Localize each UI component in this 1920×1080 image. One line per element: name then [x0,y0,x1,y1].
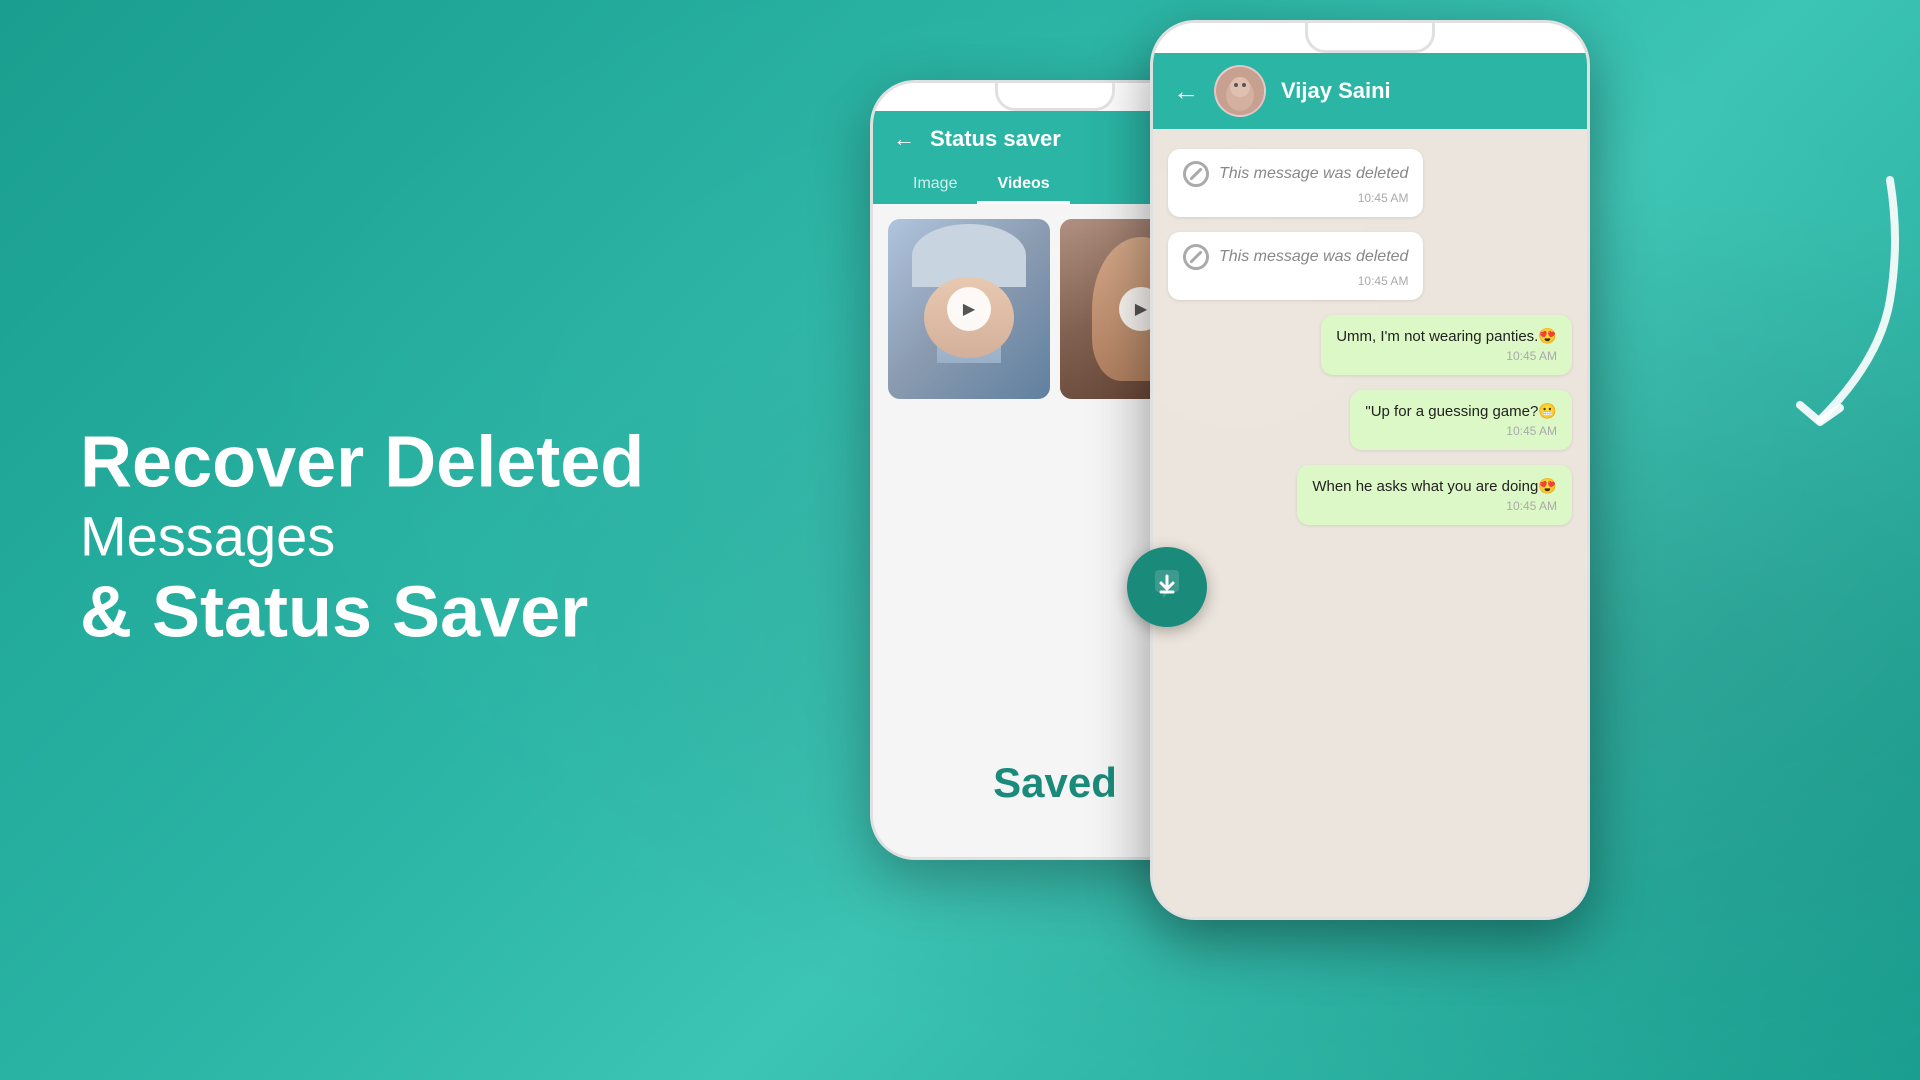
sent-msg-3: When he asks what you are doing😍 10:45 A… [1168,465,1572,525]
deleted-bubble-2: This message was deleted 10:45 AM [1168,232,1423,300]
chat-back-icon[interactable]: ← [1173,76,1199,107]
sent-text-3: When he asks what you are doing😍 [1312,477,1557,495]
deleted-msg-1: This message was deleted 10:45 AM [1168,149,1572,217]
deleted-time-2: 10:45 AM [1183,274,1408,288]
refresh-arrow-decoration [1790,160,1910,440]
saved-text: Saved [993,759,1117,806]
hero-text-section: Recover Deleted Messages & Status Saver [80,424,644,657]
contact-name: Vijay Saini [1281,78,1391,104]
hero-line2: Messages [80,503,644,570]
tab-videos[interactable]: Videos [977,167,1069,204]
no-entry-icon-1 [1183,161,1209,187]
video-thumb-1[interactable]: ▶ [888,219,1050,399]
sent-msg-2: "Up for a guessing game?😬 10:45 AM [1168,390,1572,450]
download-fab[interactable] [1127,547,1207,627]
deleted-bubble-1: This message was deleted 10:45 AM [1168,149,1423,217]
phone-notch [995,83,1115,111]
sent-bubble-1: Umm, I'm not wearing panties.😍 10:45 AM [1321,315,1572,375]
chat-header: ← Vijay Saini [1153,53,1587,129]
sent-time-1: 10:45 AM [1336,349,1557,363]
deleted-msg-2: This message was deleted 10:45 AM [1168,232,1572,300]
sent-time-2: 10:45 AM [1365,424,1557,438]
back-icon[interactable]: ← [893,126,915,152]
tab-image[interactable]: Image [893,167,977,204]
hero-line3: & Status Saver [80,570,644,656]
deleted-time-1: 10:45 AM [1183,191,1408,205]
sent-bubble-3: When he asks what you are doing😍 10:45 A… [1297,465,1572,525]
contact-avatar [1214,65,1266,117]
deleted-text-1: This message was deleted [1219,165,1408,183]
sent-text-1: Umm, I'm not wearing panties.😍 [1336,327,1557,345]
chat-body: This message was deleted 10:45 AM This m… [1153,129,1587,920]
hero-line1: Recover Deleted [80,424,644,503]
play-icon-1: ▶ [963,299,975,319]
play-icon-2: ▶ [1135,299,1147,319]
download-icon [1149,566,1185,609]
chat-phone-notch [1305,23,1435,53]
chat-phone: ← Vijay Saini This message [1150,20,1590,920]
phones-container: ← Status saver Image Videos ▶ [820,0,1920,1080]
saved-label: Saved [993,759,1117,807]
sent-time-3: 10:45 AM [1312,499,1557,513]
play-button-1[interactable]: ▶ [947,287,991,331]
deleted-text-2: This message was deleted [1219,248,1408,266]
sent-bubble-2: "Up for a guessing game?😬 10:45 AM [1350,390,1572,450]
sent-msg-1: Umm, I'm not wearing panties.😍 10:45 AM [1168,315,1572,375]
sent-text-2: "Up for a guessing game?😬 [1365,402,1557,420]
status-title: Status saver [930,126,1061,152]
no-entry-icon-2 [1183,244,1209,270]
